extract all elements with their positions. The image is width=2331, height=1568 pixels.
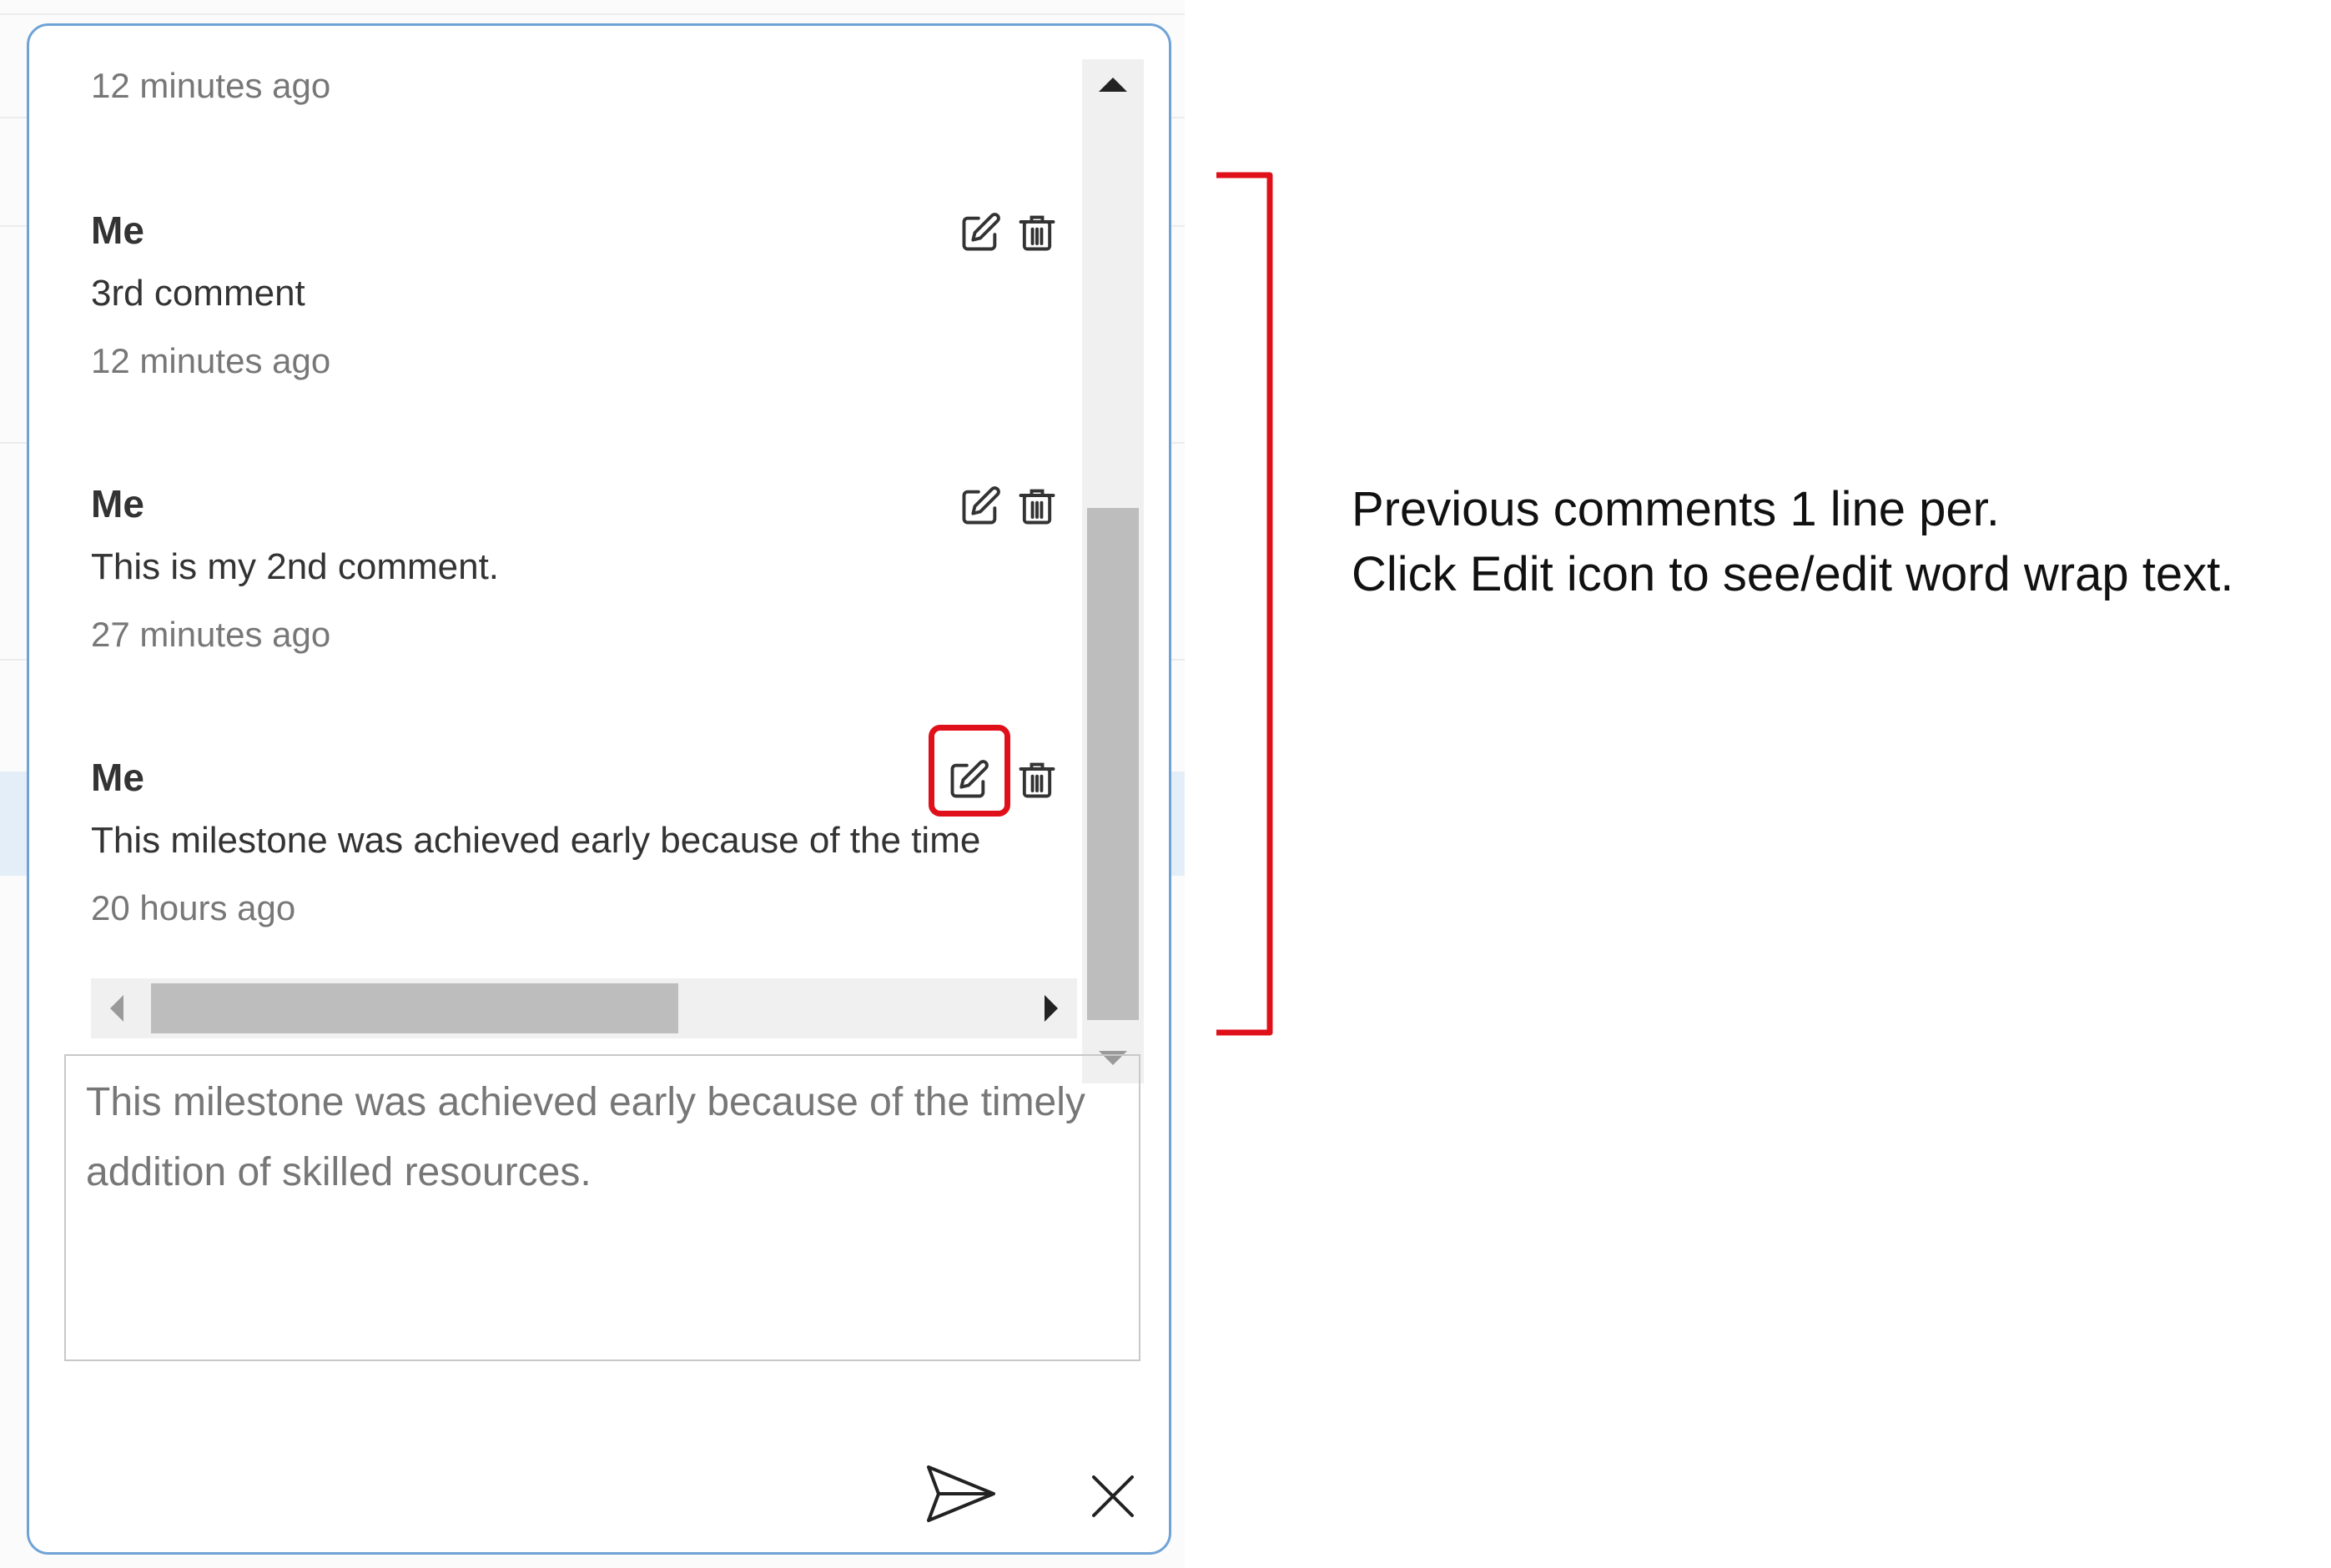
comment-author: Me [91,209,144,252]
scroll-left-button[interactable] [91,978,141,1038]
comments-popup: 12 minutes ago Me 3rd comment 12 minutes… [27,23,1171,1555]
comment-text: 3rd comment [91,273,305,314]
annotation-line: Click Edit icon to see/edit word wrap te… [1352,547,2234,601]
send-icon [927,1465,995,1522]
close-icon [1092,1475,1134,1517]
comment-author: Me [91,756,144,799]
scroll-right-button[interactable] [1027,978,1077,1038]
trash-icon [1019,489,1055,525]
delete-button[interactable] [1014,483,1060,530]
annotation-line: Previous comments 1 line per. [1352,482,2000,536]
comment-timestamp: 20 hours ago [91,888,296,927]
comment-timestamp: 12 minutes ago [91,341,331,380]
edit-icon-highlight [929,725,1010,817]
annotation-bracket [1216,172,1273,1036]
vertical-scrollbar[interactable] [1082,59,1144,1083]
edit-button[interactable] [957,483,1004,530]
arrow-left-icon [110,995,123,1022]
edit-icon [962,213,1000,251]
horizontal-scroll-thumb[interactable] [151,983,678,1033]
arrow-up-icon [1099,78,1127,92]
comment-text: This milestone was achieved early becaus… [91,820,981,861]
comment-text: This is my 2nd comment. [91,546,500,587]
background-divider [0,13,1185,15]
delete-button[interactable] [1014,209,1060,256]
close-button[interactable] [1089,1472,1137,1520]
comment-timestamp: 12 minutes ago [91,66,331,105]
vertical-scroll-thumb[interactable] [1087,508,1139,1020]
horizontal-scrollbar[interactable] [91,978,1077,1038]
edit-button[interactable] [957,209,1004,256]
trash-icon [1019,215,1055,251]
scroll-up-button[interactable] [1082,59,1144,109]
delete-button[interactable] [1014,756,1060,803]
send-button[interactable] [925,1462,997,1525]
comment-editor[interactable]: This milestone was achieved early becaus… [64,1054,1140,1361]
comments-list: 12 minutes ago Me 3rd comment 12 minutes… [29,26,1089,1060]
trash-icon [1019,762,1055,798]
annotation-note: Previous comments 1 line per. Click Edit… [1352,477,2233,607]
comment-timestamp: 27 minutes ago [91,615,331,654]
edit-icon [962,486,1000,525]
arrow-right-icon [1045,995,1058,1022]
comment-author: Me [91,482,144,525]
